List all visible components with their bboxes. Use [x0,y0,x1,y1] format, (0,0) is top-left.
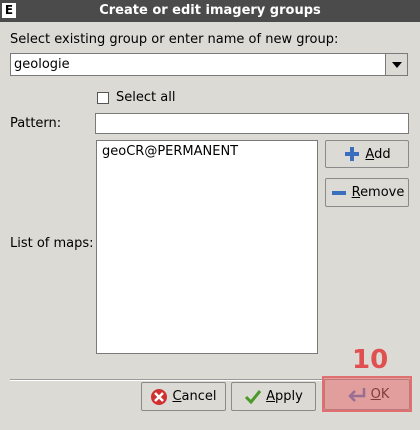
ok-highlight-overlay [322,376,412,412]
list-item[interactable]: geoCR@PERMANENT [102,144,238,159]
window-title: Create or edit imagery groups [99,3,321,18]
dropdown-button[interactable] [385,54,407,75]
group-combobox[interactable]: geologie [10,53,408,76]
group-prompt-label: Select existing group or enter name of n… [10,32,339,47]
pattern-label: Pattern: [10,116,62,131]
app-icon[interactable]: E [2,3,16,18]
select-all-label[interactable]: Select all [116,90,175,105]
add-button-label: Add [365,146,391,162]
pattern-input[interactable] [95,113,409,134]
remove-button-label: Remove [351,185,405,200]
select-all-checkbox[interactable] [97,92,109,104]
group-combobox-value[interactable]: geologie [14,54,70,75]
map-list[interactable]: geoCR@PERMANENT [96,140,318,354]
cancel-icon [151,388,168,405]
title-bar: E Create or edit imagery groups [0,0,420,22]
apply-button-label: Apply [266,389,303,404]
cancel-button-label: Cancel [172,389,217,404]
chevron-down-icon [391,61,402,68]
list-of-maps-label: List of maps: [10,236,94,251]
checkmark-icon [245,389,262,404]
apply-button[interactable]: Apply [231,382,316,411]
cancel-button[interactable]: Cancel [141,382,226,411]
plus-icon [345,147,360,161]
step-number-annotation: 10 [352,345,389,375]
add-button[interactable]: Add [325,140,409,168]
minus-icon [331,190,346,195]
remove-button[interactable]: Remove [325,178,409,207]
